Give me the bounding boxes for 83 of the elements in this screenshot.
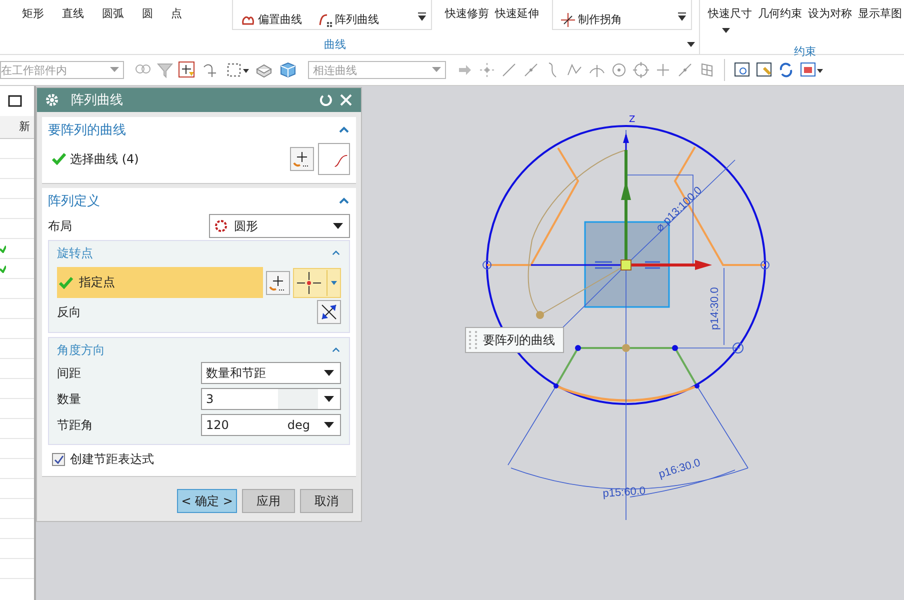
quadrant-icon[interactable] <box>632 61 650 79</box>
cube-icon[interactable] <box>278 61 298 79</box>
caret-icon <box>333 223 343 229</box>
ribbon-button[interactable]: 矩形 <box>14 4 52 23</box>
caret-icon[interactable] <box>722 28 730 34</box>
more-icon[interactable] <box>416 11 427 21</box>
box-select-icon[interactable] <box>226 61 250 79</box>
close-icon[interactable] <box>339 93 353 107</box>
corner-icon <box>560 12 575 26</box>
ribbon-button[interactable]: 快速尺寸 <box>706 4 754 23</box>
ribbon-button[interactable]: 显示草图 <box>856 4 904 23</box>
axis-label: Z <box>629 115 636 125</box>
expression-checkbox[interactable]: 创建节距表达式 <box>48 449 350 470</box>
dimension-label: p15:60.0 <box>602 485 646 500</box>
group-title: 旋转点 <box>57 244 93 262</box>
collapse-icon[interactable] <box>331 346 341 354</box>
group-title: 角度方向 <box>57 342 105 358</box>
tooltip-text: 要阵列的曲线 <box>483 332 555 348</box>
group-label: 约束 <box>794 44 816 59</box>
caret-icon <box>110 67 119 73</box>
reverse-direction-button[interactable] <box>317 300 341 324</box>
points-icon[interactable] <box>478 61 496 79</box>
ribbon-button[interactable]: 圆弧 <box>94 4 132 23</box>
more-icon[interactable] <box>676 11 687 21</box>
add-point-button[interactable] <box>290 147 314 171</box>
ribbon-button[interactable]: 快速修剪 <box>442 4 492 23</box>
check-icon <box>0 244 6 252</box>
count-field[interactable]: 3 <box>201 388 341 410</box>
dialog-button[interactable]: 应用 <box>242 489 295 513</box>
dimension-label: p14:30.0 <box>709 287 721 330</box>
collapse-icon[interactable] <box>331 249 341 257</box>
refresh-icon[interactable] <box>777 61 795 79</box>
ribbon-button[interactable]: 几何约束 <box>756 4 804 23</box>
dotted-circle-icon <box>214 219 228 233</box>
check-icon <box>0 264 6 272</box>
caret-icon[interactable] <box>687 42 695 48</box>
line-icon[interactable] <box>676 61 694 79</box>
field-label: 数量 <box>57 390 82 408</box>
ribbon-button[interactable]: 设为对称 <box>806 4 854 23</box>
column-header: 新 <box>0 116 34 139</box>
ribbon-button[interactable]: 圆 <box>134 4 161 23</box>
ribbon-menu-item[interactable]: 阵列曲线 <box>314 12 383 27</box>
dialog-button[interactable]: < 确定 > <box>177 489 237 513</box>
dialog-title: 阵列曲线 <box>71 92 124 109</box>
collapse-icon[interactable] <box>338 125 350 135</box>
checkmark-icon <box>54 454 64 464</box>
group-label: 曲线 <box>324 37 346 52</box>
window-icon[interactable] <box>8 95 22 107</box>
dialog-button[interactable]: 取消 <box>300 489 353 513</box>
caret-icon <box>324 370 334 376</box>
caret-icon <box>324 396 334 402</box>
center-point-icon[interactable] <box>610 61 628 79</box>
ribbon-button[interactable]: 直线 <box>54 4 92 23</box>
line-icon[interactable] <box>522 61 540 79</box>
collapse-icon[interactable] <box>338 196 350 206</box>
funnel-icon[interactable] <box>156 61 174 79</box>
spacing-dropdown[interactable]: 数量和节距 <box>201 362 341 384</box>
caret-icon <box>324 422 334 428</box>
line-icon[interactable] <box>500 61 518 79</box>
point-selector[interactable]: 指定点 <box>57 267 263 298</box>
pan-window-icon[interactable] <box>755 61 773 79</box>
ribbon-button[interactable]: 点 <box>163 4 190 23</box>
selection-label: 选择曲线 (4) <box>70 150 140 168</box>
add-point-button[interactable] <box>266 270 290 294</box>
settings-icon <box>45 93 59 107</box>
section-title: 阵列定义 <box>48 193 100 210</box>
field-label: 布局 <box>48 218 73 234</box>
window-layout-icon[interactable] <box>799 61 823 79</box>
point-type-dropdown[interactable] <box>293 268 341 298</box>
grip-icon[interactable] <box>469 331 477 349</box>
field-label: 节距角 <box>57 416 94 434</box>
plus-icon[interactable] <box>654 61 672 79</box>
curve-pattern-icon <box>318 12 332 26</box>
reset-icon[interactable] <box>319 93 333 107</box>
angle-field[interactable]: 120 deg <box>201 414 341 436</box>
zoom-window-icon[interactable] <box>733 61 751 79</box>
section-title: 要阵列的曲线 <box>48 122 126 139</box>
field-label: 反向 <box>57 304 82 320</box>
ribbon-button[interactable]: 快速延伸 <box>492 4 542 23</box>
field-label: 间距 <box>57 364 82 382</box>
ribbon-menu-item[interactable]: 偏置曲线 <box>236 12 306 27</box>
caret-icon <box>432 67 441 73</box>
layout-dropdown[interactable]: 圆形 <box>209 214 350 238</box>
